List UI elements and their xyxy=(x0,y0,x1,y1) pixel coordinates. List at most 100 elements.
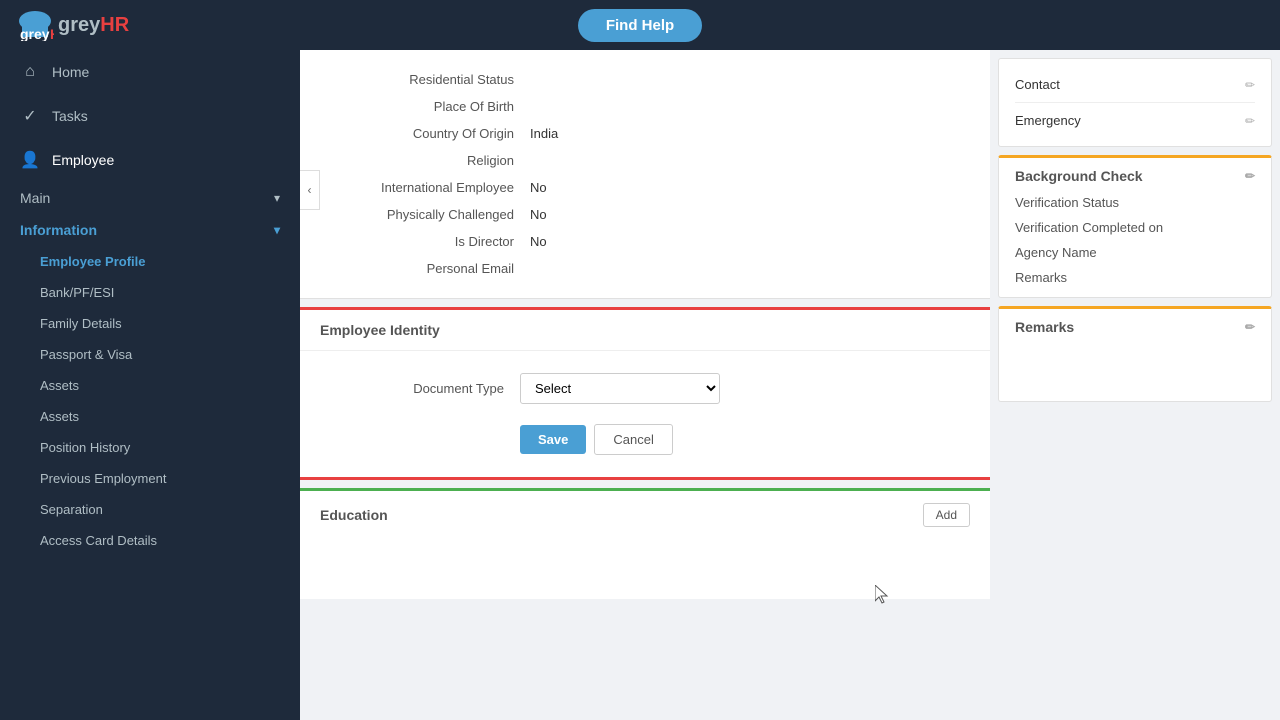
document-type-select[interactable]: Select xyxy=(520,373,720,404)
home-icon: ⌂ xyxy=(20,62,40,82)
content-area: ‹ Residential Status Place Of Birth Coun… xyxy=(300,50,1280,720)
cancel-button[interactable]: Cancel xyxy=(594,424,672,455)
sidebar-section-information[interactable]: Information ▾ xyxy=(0,214,300,246)
emergency-edit-icon[interactable]: ✏ xyxy=(1245,114,1255,128)
sidebar-item-tasks[interactable]: ✓ Tasks xyxy=(0,94,300,138)
sidebar-item-employee[interactable]: 👤 Employee xyxy=(0,138,300,182)
remarks-field: Remarks xyxy=(999,265,1271,297)
physically-challenged-value: No xyxy=(530,207,547,222)
sidebar-item-passport-visa[interactable]: Passport & Visa xyxy=(0,339,300,370)
employee-identity-header: Employee Identity xyxy=(300,310,990,351)
svg-text:grey: grey xyxy=(20,26,50,41)
sidebar-section-main-label: Main xyxy=(20,190,50,206)
main-content: ‹ Residential Status Place Of Birth Coun… xyxy=(300,50,990,720)
education-title: Education xyxy=(320,507,388,523)
background-check-label: Background Check xyxy=(1015,168,1143,184)
background-check-card: Background Check ✏ Verification Status V… xyxy=(998,155,1272,298)
sidebar-item-separation[interactable]: Separation xyxy=(0,494,300,525)
sidebar-item-previous-employment[interactable]: Previous Employment xyxy=(0,463,300,494)
verification-status-field: Verification Status xyxy=(999,190,1271,215)
contact-emergency-card: Contact ✏ Emergency ✏ xyxy=(998,58,1272,147)
contact-edit-icon[interactable]: ✏ xyxy=(1245,78,1255,92)
identity-buttons-row: Save Cancel xyxy=(320,418,970,461)
country-of-origin-label: Country Of Origin xyxy=(330,126,530,141)
sidebar-section-information-label: Information xyxy=(20,222,97,238)
sidebar-sub-label-assets: Assets xyxy=(40,409,79,424)
sidebar-item-employee-profile[interactable]: Employee Profile xyxy=(0,246,300,277)
employee-identity-section: Employee Identity Document Type Select S… xyxy=(300,307,990,480)
contact-label: Contact xyxy=(1015,77,1060,92)
form-row-international: International Employee No xyxy=(330,174,970,201)
international-employee-value: No xyxy=(530,180,547,195)
remarks-body xyxy=(999,341,1271,401)
form-row-physically: Physically Challenged No xyxy=(330,201,970,228)
sidebar-label-employee: Employee xyxy=(52,152,114,168)
employee-icon: 👤 xyxy=(20,150,40,170)
sidebar: ⌂ Home ✓ Tasks 👤 Employee Main ▾ Informa… xyxy=(0,50,300,720)
topbar: grey HR greyHR Find Help xyxy=(0,0,1280,50)
emergency-label: Emergency xyxy=(1015,113,1081,128)
form-row-country: Country Of Origin India xyxy=(330,120,970,147)
tasks-icon: ✓ xyxy=(20,106,40,126)
sidebar-item-assets[interactable]: Assets xyxy=(0,401,300,432)
contact-item: Contact ✏ xyxy=(1015,71,1255,98)
chevron-down-icon: ▾ xyxy=(274,191,280,205)
form-row-place-of-birth: Place Of Birth xyxy=(330,93,970,120)
sidebar-sub-label-position: Position History xyxy=(40,440,130,455)
sidebar-sub-label-assets-header: Assets xyxy=(40,378,79,393)
save-button[interactable]: Save xyxy=(520,425,586,454)
country-of-origin-value: India xyxy=(530,126,558,141)
remarks-edit-icon[interactable]: ✏ xyxy=(1245,320,1255,334)
employee-identity-title: Employee Identity xyxy=(320,322,440,338)
remarks-card: Remarks ✏ xyxy=(998,306,1272,402)
sidebar-item-assets-header[interactable]: Assets xyxy=(0,370,300,401)
residential-status-label: Residential Status xyxy=(330,72,530,87)
main-layout: ⌂ Home ✓ Tasks 👤 Employee Main ▾ Informa… xyxy=(0,50,1280,720)
form-row-religion: Religion xyxy=(330,147,970,174)
find-help-button[interactable]: Find Help xyxy=(578,9,702,42)
select-wrapper: Select xyxy=(520,373,720,404)
verification-completed-field: Verification Completed on xyxy=(999,215,1271,240)
logo-text: greyHR xyxy=(58,14,129,37)
personal-email-label: Personal Email xyxy=(330,261,530,276)
emergency-item: Emergency ✏ xyxy=(1015,107,1255,134)
sidebar-sub-label-employee-profile: Employee Profile xyxy=(40,254,145,269)
add-education-button[interactable]: Add xyxy=(923,503,970,527)
employee-identity-body: Document Type Select Save Cancel xyxy=(300,351,990,477)
agency-name-field: Agency Name xyxy=(999,240,1271,265)
form-row-residential: Residential Status xyxy=(330,66,970,93)
sidebar-item-home[interactable]: ⌂ Home xyxy=(0,50,300,94)
international-employee-label: International Employee xyxy=(330,180,530,195)
contact-emergency-body: Contact ✏ Emergency ✏ xyxy=(999,59,1271,146)
sidebar-item-position-history[interactable]: Position History xyxy=(0,432,300,463)
collapse-button[interactable]: ‹ xyxy=(300,170,320,210)
svg-text:HR: HR xyxy=(50,26,54,41)
sidebar-item-bank-pf-esi[interactable]: Bank/PF/ESI xyxy=(0,277,300,308)
is-director-label: Is Director xyxy=(330,234,530,249)
document-type-row: Document Type Select xyxy=(320,367,970,410)
physically-challenged-label: Physically Challenged xyxy=(330,207,530,222)
divider xyxy=(1015,102,1255,103)
sidebar-sub-label-access: Access Card Details xyxy=(40,533,157,548)
right-panel: Contact ✏ Emergency ✏ Background Check ✏… xyxy=(990,50,1280,720)
sidebar-label-home: Home xyxy=(52,64,89,80)
place-of-birth-label: Place Of Birth xyxy=(330,99,530,114)
logo-icon: grey HR xyxy=(16,9,54,41)
sidebar-label-tasks: Tasks xyxy=(52,108,88,124)
sidebar-sub-label-passport: Passport & Visa xyxy=(40,347,132,362)
personal-info-section: Residential Status Place Of Birth Countr… xyxy=(300,50,990,299)
sidebar-sub-label-family: Family Details xyxy=(40,316,122,331)
education-header: Education Add xyxy=(300,491,990,539)
remarks-title: Remarks ✏ xyxy=(999,309,1271,341)
sidebar-sub-label-separation: Separation xyxy=(40,502,103,517)
document-type-label: Document Type xyxy=(320,381,520,396)
form-row-director: Is Director No xyxy=(330,228,970,255)
background-check-edit-icon[interactable]: ✏ xyxy=(1245,169,1255,183)
background-check-title: Background Check ✏ xyxy=(999,158,1271,190)
education-section: Education Add xyxy=(300,488,990,599)
sidebar-section-main[interactable]: Main ▾ xyxy=(0,182,300,214)
sidebar-item-access-card[interactable]: Access Card Details xyxy=(0,525,300,556)
logo-area: grey HR greyHR xyxy=(0,9,145,41)
sidebar-item-family-details[interactable]: Family Details xyxy=(0,308,300,339)
chevron-down-icon-2: ▾ xyxy=(274,223,280,237)
